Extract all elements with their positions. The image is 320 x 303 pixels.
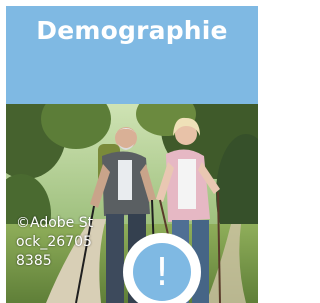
- demographie-tile[interactable]: Demographie ©Adobe Stock_267058385 !: [6, 6, 258, 303]
- alert-icon: !: [133, 243, 191, 301]
- photo-credit: ©Adobe Stock_267058385: [16, 215, 94, 269]
- tile-title: Demographie: [36, 16, 228, 45]
- tile-header: Demographie: [6, 6, 258, 104]
- exclamation-symbol: !: [154, 250, 170, 294]
- info-badge[interactable]: !: [123, 233, 201, 303]
